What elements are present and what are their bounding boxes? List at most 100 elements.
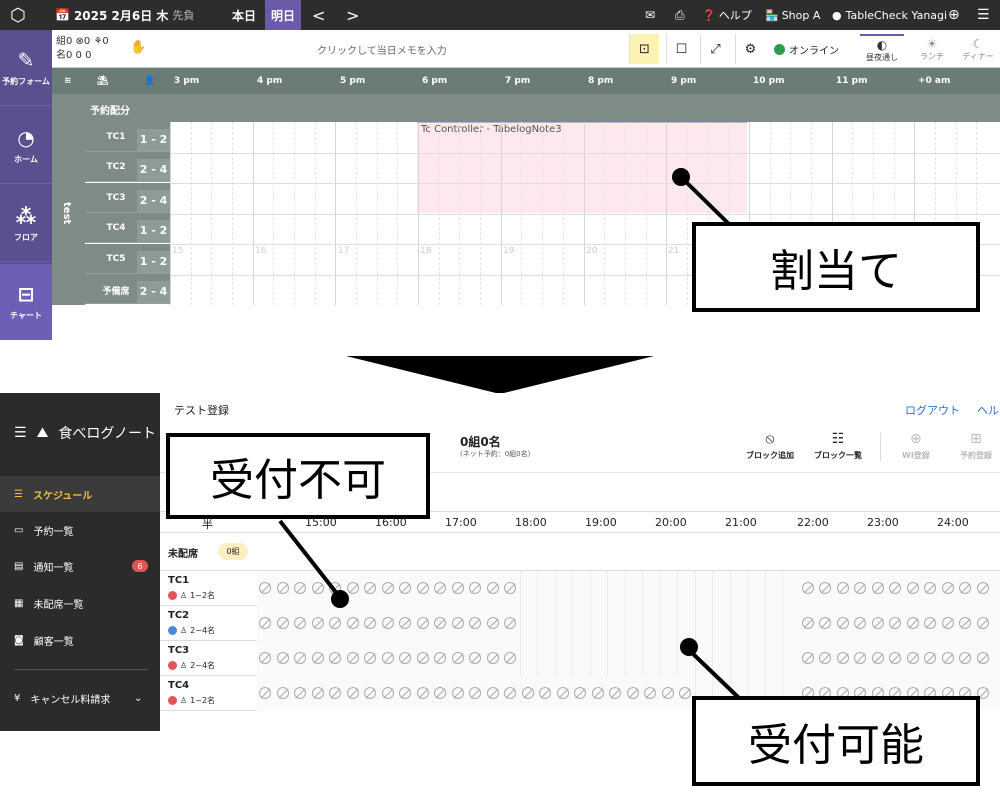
blocked-slot-icon[interactable] bbox=[329, 617, 341, 629]
open-slot[interactable] bbox=[642, 606, 643, 641]
blocked-slot-icon[interactable] bbox=[522, 687, 534, 699]
open-slot[interactable] bbox=[520, 606, 521, 641]
blocked-slot-icon[interactable] bbox=[942, 617, 954, 629]
blocked-slot-icon[interactable] bbox=[277, 687, 289, 699]
table-row-label[interactable]: TC5 1 - 2 bbox=[85, 244, 170, 274]
open-slot[interactable] bbox=[642, 641, 643, 676]
open-slot[interactable] bbox=[607, 641, 608, 676]
open-slot[interactable] bbox=[625, 606, 626, 641]
blocked-slot-icon[interactable] bbox=[329, 652, 341, 664]
blocked-slot-icon[interactable] bbox=[504, 652, 516, 664]
blocked-slot-icon[interactable] bbox=[802, 582, 814, 594]
blocked-slot-icon[interactable] bbox=[959, 617, 971, 629]
print-icon[interactable]: ⎙ bbox=[675, 0, 685, 30]
table-row[interactable]: TC2 ♙ 2~4名 bbox=[160, 606, 1000, 641]
blocked-slot-icon[interactable] bbox=[329, 687, 341, 699]
blocked-slot-icon[interactable] bbox=[977, 582, 989, 594]
menu-icon[interactable]: ☰ bbox=[977, 0, 990, 30]
table-row[interactable]: TC3 ♙ 2~4名 bbox=[160, 641, 1000, 676]
person-icon[interactable]: 👤 bbox=[144, 76, 155, 86]
blocked-slot-icon[interactable] bbox=[417, 687, 429, 699]
open-slot[interactable] bbox=[572, 571, 573, 606]
daily-memo-input[interactable]: クリックして当日メモを入力 bbox=[317, 42, 447, 57]
open-slot[interactable] bbox=[677, 641, 678, 676]
blocked-slot-icon[interactable] bbox=[504, 687, 516, 699]
nav-unassigned-list[interactable]: ▦ 未配席一覧 bbox=[0, 585, 160, 621]
blocked-slot-icon[interactable] bbox=[469, 617, 481, 629]
open-slot[interactable] bbox=[625, 641, 626, 676]
blocked-slot-icon[interactable] bbox=[277, 652, 289, 664]
blocked-slot-icon[interactable] bbox=[854, 652, 866, 664]
blocked-slot-icon[interactable] bbox=[259, 687, 271, 699]
blocked-slot-icon[interactable] bbox=[504, 582, 516, 594]
layers-icon[interactable]: ≋ bbox=[64, 76, 72, 86]
walkin-register-button[interactable]: ⊕ WI登録 bbox=[902, 431, 930, 461]
blocked-slot-icon[interactable] bbox=[399, 617, 411, 629]
add-block-button[interactable]: ⦸ ブロック追加 bbox=[746, 431, 794, 461]
blocked-slot-icon[interactable] bbox=[417, 652, 429, 664]
blocked-slot-icon[interactable] bbox=[872, 582, 884, 594]
blocked-slot-icon[interactable] bbox=[819, 652, 831, 664]
blocked-slot-icon[interactable] bbox=[434, 687, 446, 699]
blocked-slot-icon[interactable] bbox=[609, 687, 621, 699]
open-slot[interactable] bbox=[765, 641, 766, 676]
nav-customer-list[interactable]: ◙ 顧客一覧 bbox=[0, 622, 160, 658]
open-slot[interactable] bbox=[520, 571, 521, 606]
nav-reservation-list[interactable]: ▭ 予約一覧 bbox=[0, 512, 160, 548]
nav-schedule[interactable]: ☰ スケジュール bbox=[0, 476, 160, 512]
open-slot[interactable] bbox=[782, 641, 783, 676]
blocked-slot-icon[interactable] bbox=[977, 617, 989, 629]
blocked-slot-icon[interactable] bbox=[872, 652, 884, 664]
today-button[interactable]: 本日 bbox=[232, 0, 256, 30]
open-slot[interactable] bbox=[625, 571, 626, 606]
open-slot[interactable] bbox=[572, 606, 573, 641]
nav-floor[interactable]: ⁂ フロア bbox=[0, 186, 52, 262]
mail-icon[interactable]: ✉ bbox=[645, 0, 655, 30]
blocked-slot-icon[interactable] bbox=[487, 687, 499, 699]
blocked-slot-icon[interactable] bbox=[802, 617, 814, 629]
blocked-slot-icon[interactable] bbox=[294, 617, 306, 629]
user-button[interactable]: ● TableCheck Yanagi bbox=[832, 0, 947, 30]
slot-cells[interactable] bbox=[257, 641, 1000, 676]
blocked-slot-icon[interactable] bbox=[574, 687, 586, 699]
open-slot[interactable] bbox=[590, 571, 591, 606]
blocked-slot-icon[interactable] bbox=[312, 652, 324, 664]
blocked-slot-icon[interactable] bbox=[889, 582, 901, 594]
open-slot[interactable] bbox=[730, 606, 731, 641]
blocked-slot-icon[interactable] bbox=[487, 652, 499, 664]
open-slot[interactable] bbox=[712, 571, 713, 606]
mode-lunch[interactable]: ☀ ランチ bbox=[910, 34, 954, 64]
blocked-slot-icon[interactable] bbox=[924, 617, 936, 629]
blocked-slot-icon[interactable] bbox=[399, 687, 411, 699]
table-row-label[interactable]: TC3 2 - 4 bbox=[85, 183, 170, 213]
blocked-slot-icon[interactable] bbox=[399, 652, 411, 664]
blocked-slot-icon[interactable] bbox=[469, 582, 481, 594]
logout-link[interactable]: ログアウト bbox=[905, 402, 960, 418]
open-slot[interactable] bbox=[712, 606, 713, 641]
table-row-label[interactable]: TC4 1 - 2 bbox=[85, 213, 170, 243]
square-icon[interactable]: ☐ bbox=[666, 34, 696, 64]
blocked-slot-icon[interactable] bbox=[469, 687, 481, 699]
blocked-slot-icon[interactable] bbox=[942, 652, 954, 664]
table-icon[interactable]: ⛱ bbox=[97, 76, 108, 86]
open-slot[interactable] bbox=[590, 606, 591, 641]
gear-icon[interactable]: ⚙ bbox=[735, 34, 765, 64]
open-slot[interactable] bbox=[660, 571, 661, 606]
blocked-slot-icon[interactable] bbox=[907, 582, 919, 594]
open-slot[interactable] bbox=[747, 571, 748, 606]
blocked-slot-icon[interactable] bbox=[504, 617, 516, 629]
open-slot[interactable] bbox=[555, 571, 556, 606]
nav-cancel-fee[interactable]: ¥ キャンセル料請求 ⌄ bbox=[0, 680, 160, 716]
shop-button[interactable]: 🏪 Shop A bbox=[765, 0, 820, 30]
nav-notifications[interactable]: ▤ 通知一覧 6 bbox=[0, 548, 160, 584]
open-slot[interactable] bbox=[782, 571, 783, 606]
date-selector[interactable]: 📅 2025 2月6日 木先負 bbox=[55, 0, 194, 30]
blocked-slot-icon[interactable] bbox=[959, 582, 971, 594]
blocked-slot-icon[interactable] bbox=[959, 652, 971, 664]
open-slot[interactable] bbox=[677, 571, 678, 606]
reservation-register-button[interactable]: ⊞ 予約登録 bbox=[960, 431, 992, 461]
mode-all-day[interactable]: ◐ 昼夜通し bbox=[860, 34, 904, 64]
globe-icon[interactable]: ⊕ bbox=[948, 0, 960, 30]
blocked-slot-icon[interactable] bbox=[592, 687, 604, 699]
open-slot[interactable] bbox=[747, 606, 748, 641]
